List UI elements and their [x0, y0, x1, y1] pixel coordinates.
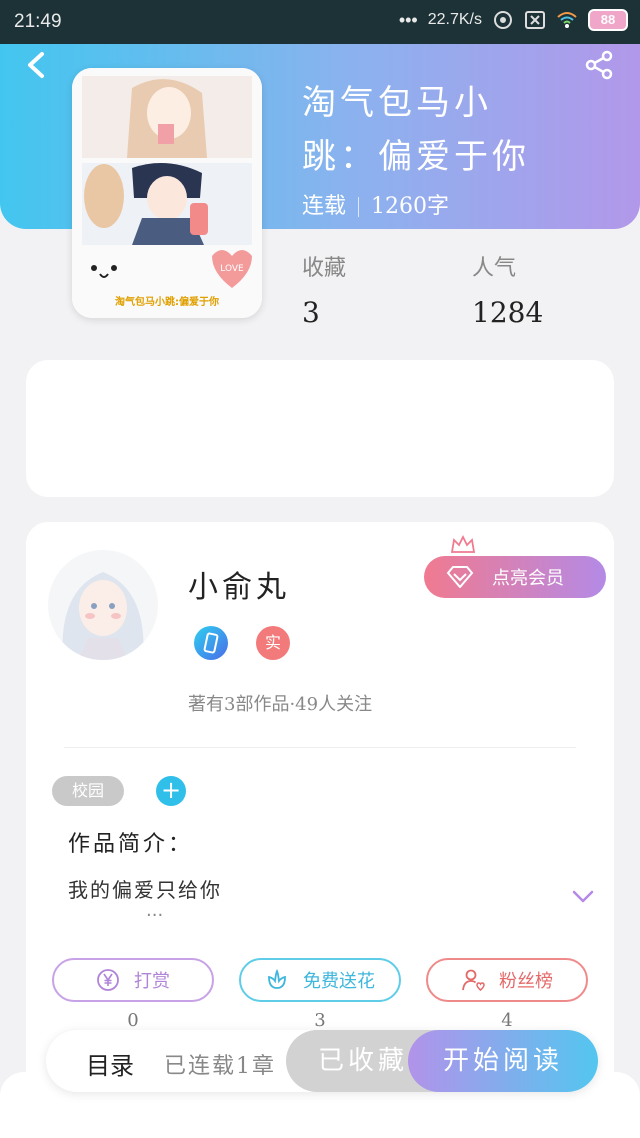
diamond-icon: [446, 566, 474, 588]
vip-button[interactable]: 点亮会员: [424, 534, 606, 598]
chapter-progress[interactable]: 已连载1章: [164, 1048, 276, 1080]
sim-x-icon: [525, 11, 545, 29]
meta-divider: [358, 197, 360, 217]
book-title-line-2: 跳：偏爱于你: [302, 137, 530, 177]
reward-button[interactable]: 打赏: [52, 958, 214, 1002]
stat-favorites: 收藏 3: [302, 250, 346, 329]
send-flower-button[interactable]: 免费送花: [239, 958, 401, 1002]
yen-coin-icon: [97, 969, 119, 991]
vip-label: 点亮会员: [492, 568, 564, 589]
cover-caption: 淘气包马小跳:偏爱于你: [115, 297, 219, 308]
genre-tag[interactable]: 校园: [52, 776, 124, 806]
reward-count: 0: [127, 1010, 139, 1031]
book-status: 连载: [302, 194, 347, 219]
real-name-badge: 实: [256, 626, 290, 660]
back-arrow-icon[interactable]: [22, 50, 52, 80]
stat-popularity: 人气 1284: [472, 250, 543, 329]
phone-verified-badge: [194, 626, 228, 660]
hotspot-icon: [494, 11, 512, 29]
phone-icon: [203, 632, 219, 654]
fans-ranking-button[interactable]: 粉丝榜: [426, 958, 588, 1002]
favorites-label: 收藏: [302, 256, 347, 281]
intro-title: 作品简介：: [68, 832, 194, 857]
crown-icon: [450, 534, 476, 553]
author-avatar[interactable]: [48, 550, 158, 660]
reward-label: 打赏: [134, 971, 170, 992]
fans-ranking-label: 粉丝榜: [499, 971, 553, 992]
send-flower-label: 免费送花: [303, 971, 375, 992]
flower-icon: [268, 968, 286, 989]
start-reading-button[interactable]: 开始阅读: [408, 1030, 598, 1092]
cover-love-badge: LOVE: [220, 264, 244, 274]
status-time: 21:49: [14, 11, 62, 32]
network-speed: 22.7K/s: [427, 11, 482, 28]
book-word-count: 1260字: [371, 194, 450, 219]
book-title-line-1: 淘气包马小: [302, 83, 492, 123]
bottom-action-bar: 目录 已连载1章 已收藏 开始阅读: [46, 1030, 598, 1092]
fans-count: 4: [501, 1010, 513, 1031]
add-tag-button[interactable]: +: [156, 776, 186, 806]
status-icons: ••• 22.7K/s 88: [399, 9, 628, 31]
user-heart-icon: [462, 969, 485, 991]
flower-count: 3: [314, 1010, 326, 1031]
battery-indicator: 88: [588, 9, 628, 31]
intro-text: 我的偏爱只给你: [68, 878, 222, 902]
status-bar: 21:49 ••• 22.7K/s 88: [0, 0, 640, 44]
book-cover[interactable]: LOVE 淘气包马小跳:偏爱于你: [72, 68, 262, 318]
chevron-down-icon[interactable]: [572, 890, 594, 904]
book-meta: 连载 1260字: [302, 188, 449, 220]
signal-dots-icon: •••: [398, 9, 418, 30]
wifi-icon: [557, 12, 577, 28]
empty-card: [26, 360, 614, 497]
toc-button[interactable]: 目录: [86, 1046, 134, 1081]
author-name[interactable]: 小俞丸: [188, 562, 290, 606]
popularity-value: 1284: [472, 296, 544, 329]
cover-illustration: LOVE: [72, 68, 262, 318]
author-summary: 著有3部作品·49人关注: [188, 694, 373, 715]
popularity-label: 人气: [472, 256, 517, 281]
favorites-value: 3: [302, 296, 320, 329]
intro-ellipsis: ...: [146, 900, 164, 921]
card-divider: [64, 747, 576, 748]
book-title: 淘气包马小 跳：偏爱于你: [302, 76, 602, 184]
